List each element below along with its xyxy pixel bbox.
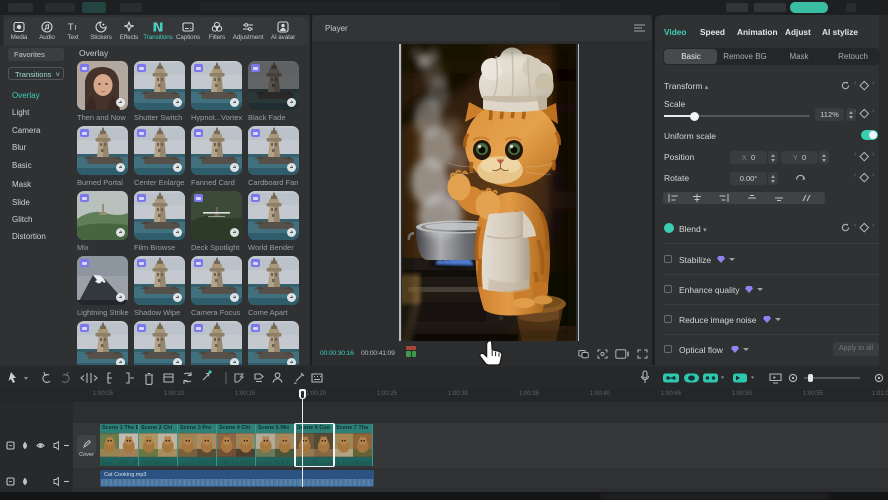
svg-text:I: I bbox=[75, 25, 77, 32]
svg-text:T: T bbox=[68, 22, 74, 32]
